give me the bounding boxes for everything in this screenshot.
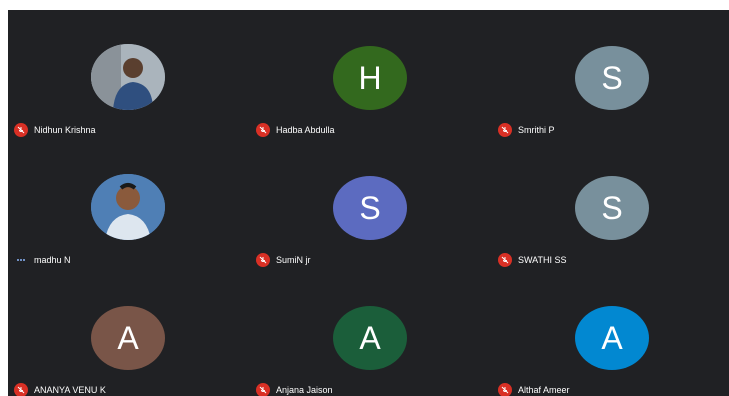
participant-name: Nidhun Krishna [34,125,96,135]
mic-off-icon [498,123,512,137]
participant-avatar: H [333,46,407,110]
participant-photo [91,44,165,110]
participant-name: SumiN jr [276,255,311,265]
participant-name: Althaf Ameer [518,385,570,395]
participant-name-row: madhu N [14,252,71,268]
person-photo-icon [91,44,165,110]
participant-name-row: SumiN jr [256,252,311,268]
participant-name: ANANYA VENU K [34,385,106,395]
participant-tile[interactable]: S Smrithi P [492,10,729,140]
participant-name: SWATHI SS [518,255,567,265]
participant-tile[interactable]: H Hadba Abdulla [250,10,490,140]
participant-avatar: S [333,176,407,240]
participant-avatar: A [575,306,649,370]
participant-tile[interactable]: A Anjana Jaison [250,270,490,396]
participant-name: Hadba Abdulla [276,125,335,135]
participant-name-row: SWATHI SS [498,252,567,268]
participant-name: madhu N [34,255,71,265]
mic-off-icon [14,383,28,396]
mic-off-icon [14,123,28,137]
participant-name-row: Nidhun Krishna [14,122,96,138]
participant-tile[interactable]: S SWATHI SS [492,140,729,270]
mic-off-icon [256,123,270,137]
mic-off-icon [256,383,270,396]
participant-name-row: Hadba Abdulla [256,122,335,138]
participant-grid: Nidhun Krishna H Hadba Abdulla S Smrithi… [8,10,729,396]
participant-name-row: Smrithi P [498,122,555,138]
participant-tile[interactable]: Nidhun Krishna [8,10,248,140]
mic-off-icon [498,253,512,267]
meeting-grid-frame: Nidhun Krishna H Hadba Abdulla S Smrithi… [8,10,729,396]
participant-avatar: A [91,306,165,370]
participant-avatar: S [575,176,649,240]
participant-tile[interactable]: A Althaf Ameer [492,270,729,396]
participant-name: Smrithi P [518,125,555,135]
participant-tile[interactable]: S SumiN jr [250,140,490,270]
participant-name: Anjana Jaison [276,385,333,395]
participant-name-row: ANANYA VENU K [14,382,106,396]
speaking-indicator-icon [14,253,28,267]
avatar-initial: H [358,59,382,96]
participant-photo [91,174,165,240]
avatar-initial: S [601,59,623,96]
avatar-initial: A [359,319,381,356]
participant-tile[interactable]: A ANANYA VENU K [8,270,248,396]
participant-name-row: Anjana Jaison [256,382,333,396]
participant-avatar: A [333,306,407,370]
avatar-initial: A [117,319,139,356]
participant-name-row: Althaf Ameer [498,382,570,396]
participant-tile[interactable]: madhu N [8,140,248,270]
avatar-initial: A [601,319,623,356]
mic-off-icon [498,383,512,396]
avatar-initial: S [601,189,623,226]
person-photo-icon [91,174,165,240]
mic-off-icon [256,253,270,267]
participant-avatar: S [575,46,649,110]
avatar-initial: S [359,189,381,226]
